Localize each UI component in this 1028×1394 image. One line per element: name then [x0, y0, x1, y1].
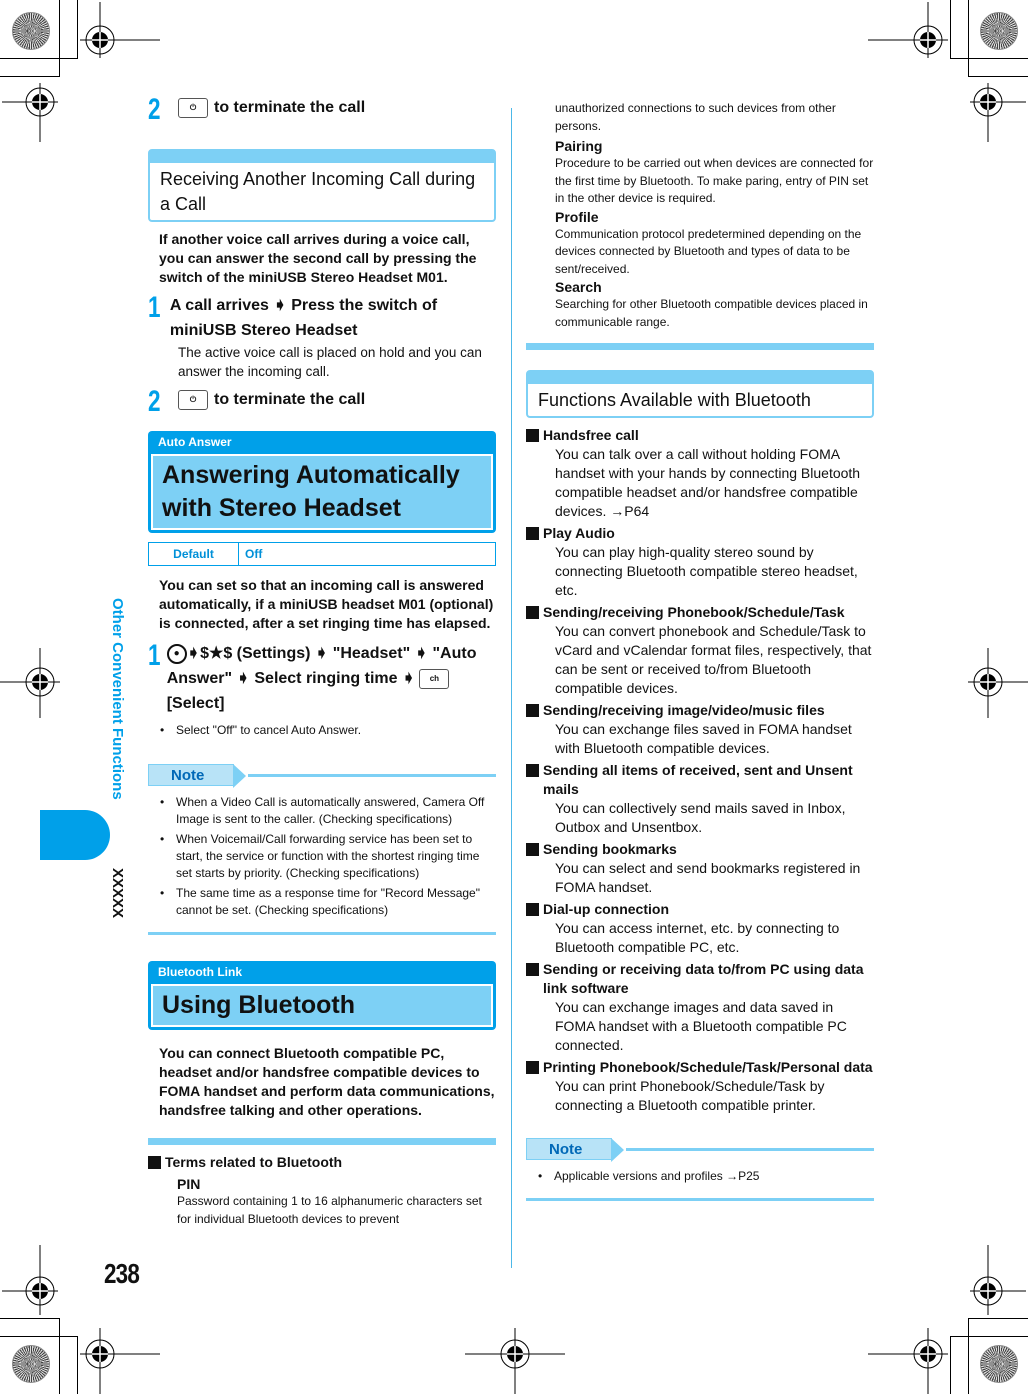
registration-crosshair-icon: [968, 648, 1028, 718]
column-divider: [511, 108, 512, 1268]
registration-crosshair-icon: [80, 2, 160, 58]
section-title: Using Bluetooth: [151, 984, 493, 1027]
step-1: 1 A call arrives ➧ Press the switch of m…: [148, 293, 496, 343]
section-title: Answering Automatically with Stereo Head…: [151, 454, 493, 530]
soft-key-icon: ch: [419, 668, 450, 689]
registration-sunburst-icon: [12, 12, 50, 50]
registration-sunburst-icon: [12, 1345, 50, 1383]
step-terminate-call: 2 ⏻ to terminate the call: [148, 95, 496, 125]
section-heading-using-bluetooth: Bluetooth Link Using Bluetooth: [148, 961, 496, 1030]
left-column: 2 ⏻ to terminate the call Receiving Anoth…: [148, 95, 496, 1228]
term-title: PIN: [177, 1176, 201, 1192]
term-title: Pairing: [555, 138, 603, 154]
chapter-side-label: Other Convenient Functions: [109, 598, 126, 800]
function-item: Sending/receiving image/video/music file…: [526, 701, 874, 758]
note-item: Applicable versions and profiles →P25: [526, 1168, 874, 1185]
chapter-tab-label: XXXXX: [109, 868, 126, 919]
section-heading-receiving-another-call: Receiving Another Incoming Call during a…: [148, 149, 496, 222]
function-item: Play Audio You can play high-quality ster…: [526, 524, 874, 600]
section-tag: Bluetooth Link: [158, 965, 242, 979]
step-1: 1 ● ➧$★$ (Settings) ➧ "Headset" ➧ "Auto A…: [148, 641, 496, 716]
term-description: Procedure to be carried out when devices…: [555, 156, 874, 205]
registration-crosshair-icon: [868, 1328, 948, 1394]
step-bullet: Select "Off" to cancel Auto Answer.: [148, 722, 496, 739]
section-intro: You can set so that an incoming call is …: [159, 577, 494, 631]
term-description: unauthorized connections to such devices…: [555, 101, 836, 133]
registration-crosshair-icon: [970, 83, 1026, 142]
right-column: unauthorized connections to such devices…: [526, 100, 874, 1201]
step-number: 2: [148, 93, 161, 126]
note-header: Note: [526, 1136, 874, 1162]
default-setting-table: Default Off: [148, 542, 496, 566]
default-label: Default: [149, 543, 239, 565]
function-item: Sending or receiving data to/from PC usi…: [526, 960, 874, 1055]
subsection-bar: [148, 1138, 496, 1145]
function-item: Printing Phonebook/Schedule/Task/Persona…: [526, 1058, 874, 1115]
term-title: Profile: [555, 208, 599, 225]
registration-sunburst-icon: [980, 1345, 1018, 1383]
terms-heading: Terms related to Bluetooth: [148, 1153, 496, 1172]
note-end-rule: [526, 1198, 874, 1201]
note-header: Note: [148, 762, 496, 788]
function-item: Dial-up connection You can access interne…: [526, 900, 874, 957]
step-number: 2: [148, 385, 161, 418]
registration-crosshair-icon: [2, 83, 58, 142]
registration-crosshair-icon: [970, 1245, 1026, 1315]
registration-crosshair-icon: [80, 1328, 160, 1394]
section-tag: Auto Answer: [158, 435, 232, 449]
function-item: Handsfree call You can talk over a call w…: [526, 426, 874, 521]
chapter-side-tab: [40, 810, 110, 860]
registration-crosshair-icon: [868, 2, 948, 58]
registration-crosshair-icon: [2, 1245, 58, 1315]
step-number: 1: [148, 291, 161, 324]
term-description: Communication protocol predetermined dep…: [555, 226, 862, 276]
step-description: The active voice call is placed on hold …: [178, 345, 482, 379]
center-key-icon: ●: [166, 643, 187, 664]
step-text: to terminate the call: [214, 391, 366, 408]
note-label: Note: [526, 1138, 624, 1162]
section-intro: If another voice call arrives during a v…: [159, 231, 477, 285]
step-number: 1: [148, 639, 161, 672]
step-2: 2 ⏻ to terminate the call: [148, 387, 496, 417]
terms-section: Terms related to Bluetooth: [148, 1153, 496, 1172]
note-item: When a Video Call is automatically answe…: [148, 794, 496, 828]
function-item: Sending bookmarks You can select and send…: [526, 840, 874, 897]
subsection-end-bar: [526, 343, 874, 350]
function-item: Sending/receiving Phonebook/Schedule/Tas…: [526, 603, 874, 698]
step-text: A call arrives ➧ Press the switch of min…: [169, 297, 438, 339]
registration-crosshair-icon: [0, 648, 60, 718]
section-heading-auto-answer: Auto Answer Answering Automatically with…: [148, 431, 496, 533]
section-heading-functions-available: Functions Available with Bluetooth: [526, 370, 874, 418]
default-value: Off: [245, 547, 263, 561]
note-item: When Voicemail/Call forwarding service h…: [148, 831, 496, 882]
section-intro: You can connect Bluetooth compatible PC,…: [159, 1045, 495, 1118]
note-item: The same time as a response time for "Re…: [148, 885, 496, 919]
step-text: to terminate the call: [214, 99, 366, 116]
function-item: Sending all items of received, sent and …: [526, 761, 874, 837]
page-number: 238: [104, 1258, 140, 1289]
term-description: Searching for other Bluetooth compatible…: [555, 297, 868, 329]
term-title: Search: [555, 279, 602, 295]
note-label: Note: [148, 764, 246, 788]
select-label: [Select]: [166, 695, 225, 712]
power-end-key-icon: ⏻: [178, 389, 208, 410]
term-description: Password containing 1 to 16 alphanumeric…: [177, 1194, 482, 1226]
power-end-key-icon: ⏻: [178, 97, 208, 118]
registration-crosshair-icon: [465, 1328, 565, 1394]
registration-sunburst-icon: [980, 12, 1018, 50]
